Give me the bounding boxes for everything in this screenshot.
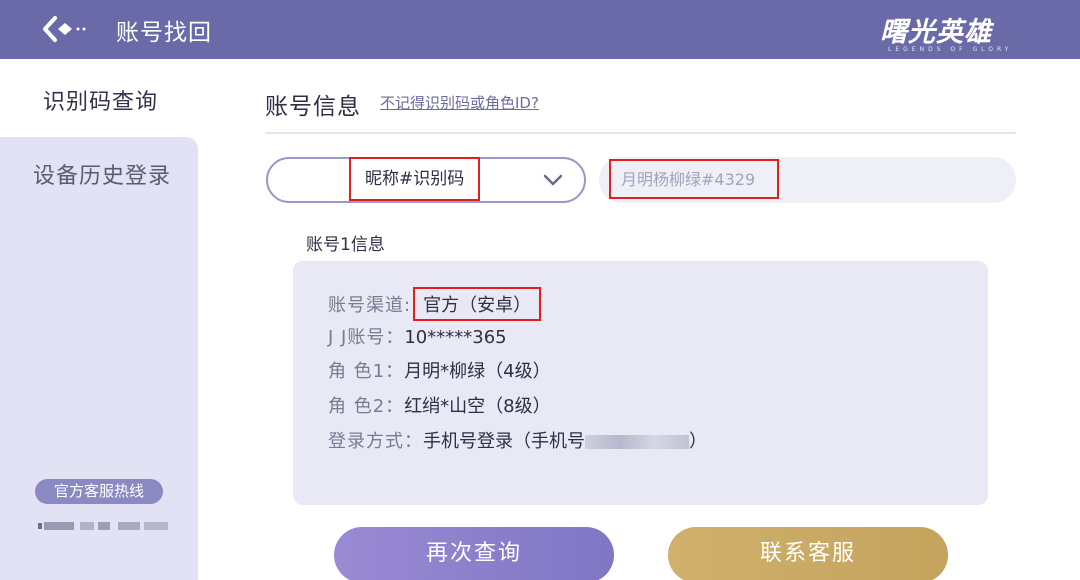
logo-text: 曙光英雄 bbox=[880, 17, 992, 48]
chevron-down-icon bbox=[543, 174, 563, 186]
section-title: 账号信息 bbox=[265, 94, 361, 120]
sidebar-item-device-history[interactable]: 设备历史登录 bbox=[0, 137, 198, 209]
channel-value: 官方（安卓） bbox=[413, 287, 542, 321]
search-type-value: 昵称#识别码 bbox=[349, 157, 481, 201]
contact-support-button[interactable]: 联系客服 bbox=[668, 527, 948, 580]
sidebar: 识别码查询 设备历史登录 官方客服热线 bbox=[0, 59, 198, 580]
role2-label: 角 色2： bbox=[328, 396, 405, 417]
role1-label: 角 色1： bbox=[328, 361, 405, 382]
channel-row: 账号渠道: 官方（安卓） bbox=[328, 287, 542, 321]
jj-account-value: 10*****365 bbox=[404, 327, 507, 348]
divider bbox=[265, 132, 1016, 134]
login-method-label: 登录方式： bbox=[328, 431, 423, 452]
jj-account-label: J J账号： bbox=[328, 327, 405, 348]
login-method-row: 登录方式：手机号登录（手机号 ） bbox=[328, 427, 707, 453]
role2-row: 角 色2：红绡*山空（8级） bbox=[328, 392, 551, 418]
login-method-value: 手机号登录（手机号 bbox=[423, 431, 585, 452]
sidebar-item-label: 设备历史登录 bbox=[33, 164, 172, 189]
channel-label: 账号渠道: bbox=[328, 295, 412, 316]
search-input-container bbox=[599, 157, 1016, 203]
search-input[interactable] bbox=[621, 161, 991, 197]
hotline-number-redacted bbox=[38, 522, 168, 530]
forgot-id-link[interactable]: 不记得识别码或角色ID? bbox=[380, 92, 539, 113]
sidebar-item-label: 识别码查询 bbox=[43, 90, 159, 115]
login-method-suffix: ） bbox=[689, 431, 707, 452]
game-logo: 曙光英雄 LEGENDS OF GLORY bbox=[880, 10, 1040, 54]
logo-subtext: LEGENDS OF GLORY bbox=[888, 46, 1013, 53]
jj-account-row: J J账号：10*****365 bbox=[328, 323, 507, 349]
sidebar-item-id-code-query[interactable]: 识别码查询 bbox=[0, 59, 198, 137]
role1-value: 月明*柳绿（4级） bbox=[404, 361, 551, 382]
hotline-badge: 官方客服热线 bbox=[35, 479, 163, 504]
account-header: 账号1信息 bbox=[306, 235, 385, 255]
role1-row: 角 色1：月明*柳绿（4级） bbox=[328, 357, 551, 383]
retry-query-button[interactable]: 再次查询 bbox=[334, 527, 614, 580]
back-arrow-icon bbox=[43, 16, 86, 42]
top-bar: 账号找回 曙光英雄 LEGENDS OF GLORY bbox=[0, 0, 1080, 59]
back-button[interactable] bbox=[40, 14, 92, 44]
role2-value: 红绡*山空（8级） bbox=[404, 396, 551, 417]
search-type-select[interactable]: 昵称#识别码 bbox=[266, 157, 586, 203]
account-info-card: 账号渠道: 官方（安卓） J J账号：10*****365 角 色1：月明*柳绿（… bbox=[293, 261, 988, 505]
phone-redacted bbox=[585, 435, 689, 449]
page-title: 账号找回 bbox=[116, 20, 212, 46]
